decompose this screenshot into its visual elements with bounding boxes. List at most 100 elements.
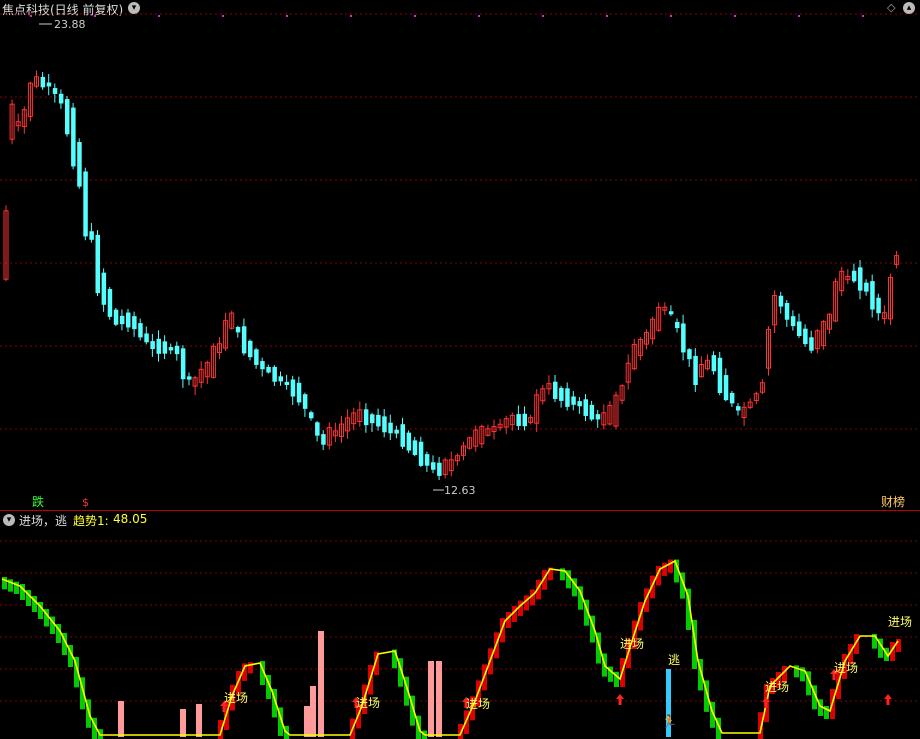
candle-down xyxy=(113,309,119,325)
event-dot xyxy=(734,15,736,17)
candle-down xyxy=(864,282,869,292)
candle-down xyxy=(168,347,174,351)
candle-down xyxy=(266,366,271,373)
candle-down xyxy=(187,376,192,380)
rise-arrow-icon: $ xyxy=(82,496,89,509)
candlestick-chart[interactable]: 23.88 12.63 跌 $ 财榜 xyxy=(0,0,920,510)
candle-down xyxy=(406,432,412,451)
candle-down xyxy=(431,462,436,470)
rise-bar xyxy=(668,559,673,573)
candle-down xyxy=(52,88,58,94)
candle-down xyxy=(132,316,137,330)
candle-down xyxy=(126,312,131,328)
candle-down xyxy=(784,302,790,320)
stock-chart-app: 焦点科技(日线 前复权) ▾ ◇ ▴ 23.88 12.63 跌 $ 财榜 ▾ … xyxy=(0,0,920,739)
event-dot xyxy=(798,15,800,17)
signal-bar xyxy=(304,706,310,737)
run-icon: 🏃 xyxy=(661,714,677,730)
candle-down xyxy=(681,323,686,353)
candle-down xyxy=(162,341,168,354)
candle-down xyxy=(71,107,76,167)
candle-down xyxy=(729,392,735,404)
candle-down xyxy=(595,414,601,420)
annotation-label: 逃 xyxy=(668,653,680,667)
candle-down xyxy=(809,337,814,351)
annotation-label: 进场 xyxy=(765,680,789,694)
high-price-label: 23.88 xyxy=(54,18,86,31)
candle-down xyxy=(284,381,290,386)
annotation-label: 进场 xyxy=(356,696,380,710)
candle-down xyxy=(583,399,588,416)
signal-bar xyxy=(310,686,316,737)
candle-down xyxy=(418,441,424,466)
candle-down xyxy=(851,270,857,282)
candle-down xyxy=(302,394,308,409)
candle-down xyxy=(693,355,698,386)
candle-down xyxy=(382,416,387,433)
candle-down xyxy=(83,171,88,237)
candle-down xyxy=(412,440,418,456)
candle-down xyxy=(797,321,802,337)
signal-bar xyxy=(180,709,186,737)
candle-down xyxy=(687,349,692,360)
candle-down xyxy=(565,388,570,407)
candle-down xyxy=(400,424,405,447)
signal-bar xyxy=(118,701,124,737)
candle-down xyxy=(717,357,723,394)
candle-down xyxy=(711,355,717,372)
candle-down xyxy=(89,231,94,240)
candle-down xyxy=(522,413,527,427)
candle-down xyxy=(736,406,741,411)
candle-down xyxy=(77,142,82,187)
candle-down xyxy=(95,234,100,294)
candle-down xyxy=(363,409,369,426)
trend-line xyxy=(1,559,899,736)
candle-down xyxy=(272,366,277,382)
low-price-label: 12.63 xyxy=(444,484,476,497)
event-dot xyxy=(862,15,864,17)
candle-down xyxy=(248,340,253,358)
candle-down xyxy=(58,93,64,104)
up-arrow-icon xyxy=(884,694,892,705)
candle-down xyxy=(65,99,70,135)
event-dot xyxy=(414,15,416,17)
candle-down xyxy=(321,434,326,445)
signal-bar xyxy=(318,631,324,737)
event-dot xyxy=(30,15,32,17)
candle-down xyxy=(119,315,125,325)
up-arrow-icon xyxy=(616,694,624,705)
candle-down xyxy=(559,387,564,401)
candle-down xyxy=(790,316,796,327)
candle-down xyxy=(778,295,784,307)
event-dot xyxy=(94,15,96,17)
candle-down xyxy=(40,76,46,88)
annotation-label: 进场 xyxy=(466,697,490,711)
candle-down xyxy=(278,376,283,382)
event-dot xyxy=(286,15,288,17)
indicator-chart[interactable]: 🏃 进场 进场 进场进场逃进场进场进场 xyxy=(0,511,920,739)
signal-bar xyxy=(428,661,434,737)
rise-bar xyxy=(662,562,667,576)
candle-down xyxy=(516,414,521,426)
candle-down xyxy=(723,375,729,401)
candle-down xyxy=(260,361,265,370)
event-dot xyxy=(350,15,352,17)
event-dot xyxy=(478,15,480,17)
candle-down xyxy=(296,382,302,403)
event-dot xyxy=(158,15,160,17)
event-dot xyxy=(670,15,672,17)
candle-down xyxy=(180,348,186,380)
candle-down xyxy=(138,323,143,338)
candle-down xyxy=(235,326,241,333)
signal-bar xyxy=(196,704,202,737)
annotation-label: 进场 xyxy=(620,637,644,651)
candle-down xyxy=(803,328,808,345)
candle-down xyxy=(241,326,247,354)
candle-down xyxy=(394,429,399,434)
event-dot xyxy=(542,15,544,17)
candle-down xyxy=(571,396,576,405)
rise-bar xyxy=(896,639,901,652)
candle-down xyxy=(107,289,113,317)
candle-down xyxy=(858,267,863,291)
signal-bar xyxy=(436,661,442,737)
